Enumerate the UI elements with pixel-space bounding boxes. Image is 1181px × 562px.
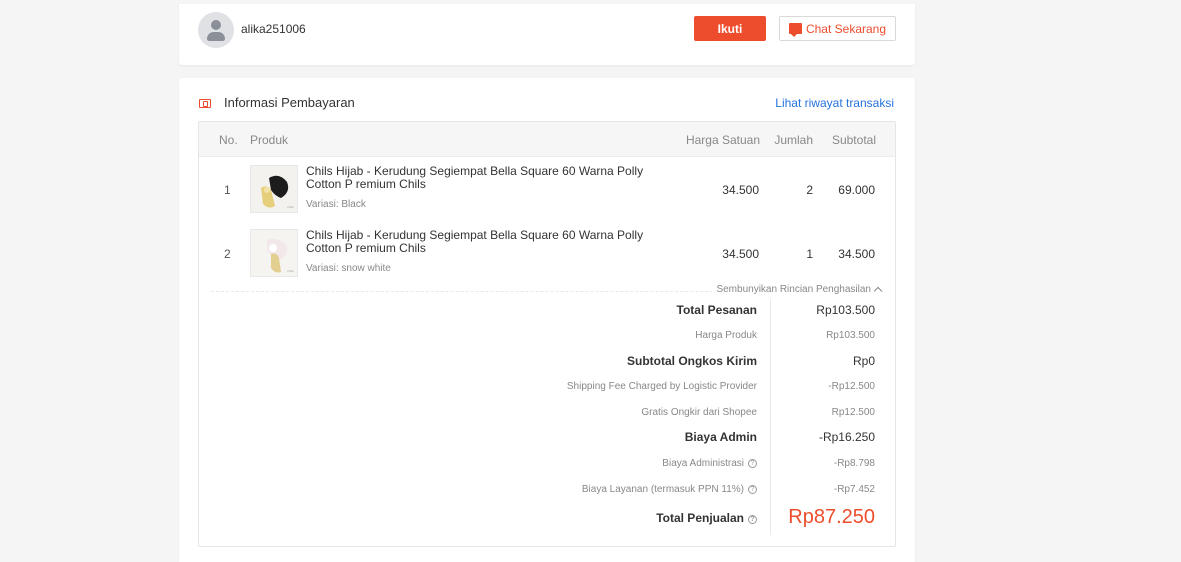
total-sales-value: Rp87.250 [788,506,875,528]
toggle-label: Sembunyikan Rincian Penghasilan [716,284,871,295]
transaction-history-link[interactable]: Lihat riwayat transaksi [775,96,894,110]
svg-text:chils: chils [287,269,294,273]
free-shipping-label: Gratis Ongkir dari Shopee [641,407,757,418]
admin-fee-label: Biaya Admin [684,430,757,444]
hide-income-details-toggle[interactable]: Sembunyikan Rincian Penghasilan [712,284,883,296]
product-name[interactable]: Chils Hijab - Kerudung Segiempat Bella S… [306,165,666,191]
total-order-label: Total Pesanan [676,303,757,317]
admin-fee-value: -Rp16.250 [818,430,875,444]
column-header-unit-price: Harga Satuan [685,133,760,147]
column-header-subtotal: Subtotal [831,133,876,147]
seller-card: alika251006 Ikuti Chat Sekarang [179,4,915,65]
item-number: 1 [224,183,231,197]
product-variant: Variasi: Black [306,199,366,210]
summary-divider [770,299,771,535]
user-avatar-icon[interactable] [198,12,234,48]
seller-username[interactable]: alika251006 [241,22,306,36]
help-icon[interactable]: ? [748,515,757,524]
chat-now-button[interactable]: Chat Sekarang [779,16,896,41]
help-icon[interactable]: ? [748,485,757,494]
service-fee-text: Biaya Layanan (termasuk PPN 11%) [581,484,744,495]
table-row: 1 chils Chils Hijab - Kerudung Segiempat… [199,158,895,222]
svg-text:chils: chils [287,205,294,209]
service-fee-label: Biaya Layanan (termasuk PPN 11%)? [582,484,757,495]
free-shipping-value: Rp12.500 [831,407,875,418]
administration-fee-text: Biaya Administrasi [662,458,744,469]
product-price-label: Harga Produk [695,330,757,341]
administration-fee-label: Biaya Administrasi? [662,458,757,469]
column-header-qty: Jumlah [774,133,813,147]
payment-table: No. Produk Harga Satuan Jumlah Subtotal … [198,121,896,547]
help-icon[interactable]: ? [748,459,757,468]
total-order-value: Rp103.500 [816,303,875,317]
shipping-charged-label: Shipping Fee Charged by Logistic Provide… [566,381,757,392]
unit-price: 34.500 [722,247,759,261]
shipping-subtotal-value: Rp0 [852,354,875,368]
total-sales-text: Total Penjualan [656,511,744,525]
product-price-value: Rp103.500 [826,330,875,341]
chat-icon [788,23,802,37]
table-row: 2 chils Chils Hijab - Kerudung Segiempat… [199,222,895,286]
follow-button[interactable]: Ikuti [694,16,766,41]
product-variant: Variasi: snow white [306,263,391,274]
service-fee-value: -Rp7.452 [833,484,875,495]
chevron-up-icon [873,286,883,296]
table-header: No. Produk Harga Satuan Jumlah Subtotal [199,122,895,157]
shipping-subtotal-label: Subtotal Ongkos Kirim [626,354,757,368]
item-subtotal: 69.000 [838,183,875,197]
column-header-product: Produk [250,133,289,147]
item-number: 2 [224,247,231,261]
product-name[interactable]: Chils Hijab - Kerudung Segiempat Bella S… [306,229,666,255]
column-header-no: No. [219,133,238,147]
unit-price: 34.500 [722,183,759,197]
shipping-charged-value: -Rp12.500 [828,381,875,392]
administration-fee-value: -Rp8.798 [833,458,875,469]
payment-info-icon [199,99,211,108]
quantity: 1 [806,247,813,261]
chat-now-label: Chat Sekarang [805,21,887,36]
quantity: 2 [806,183,813,197]
payment-info-card: Informasi Pembayaran Lihat riwayat trans… [179,78,915,562]
section-title: Informasi Pembayaran [224,95,355,110]
product-thumbnail[interactable]: chils [250,229,298,277]
item-subtotal: 34.500 [838,247,875,261]
total-sales-label: Total Penjualan? [656,511,757,525]
product-thumbnail[interactable]: chils [250,165,298,213]
